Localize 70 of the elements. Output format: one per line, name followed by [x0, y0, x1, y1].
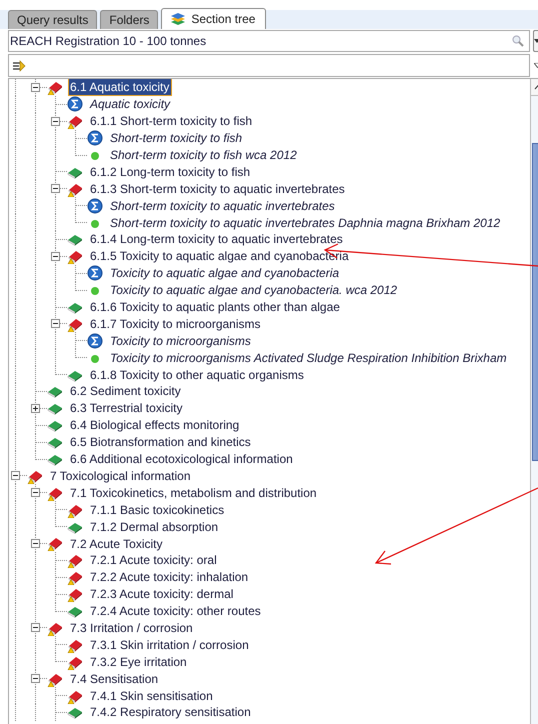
- collapse-toggle[interactable]: [31, 539, 40, 548]
- tree-item[interactable]: 6.1.6 Toxicity to aquatic plants other than algae: [88, 298, 343, 316]
- tree-item[interactable]: Short-term toxicity to aquatic invertebrates Daphnia magna Brixham 2012: [108, 214, 504, 232]
- tree-item[interactable]: 6.1.5 Toxicity to aquatic algae and cyanobacteria: [88, 247, 352, 266]
- tree-item[interactable]: 7.3.1 Skin irritation / corrosion: [88, 636, 252, 654]
- tab[interactable]: Query results: [8, 10, 98, 29]
- collapse-toggle[interactable]: [31, 674, 40, 684]
- caret-icon[interactable]: [534, 63, 538, 68]
- book-warning-icon: [47, 79, 63, 96]
- book-warning-icon: [47, 535, 63, 552]
- book-warning-icon: [67, 569, 83, 586]
- tab[interactable]: Folders: [100, 10, 158, 29]
- tree-item[interactable]: 7.2.2 Acute toxicity: inhalation: [88, 568, 252, 586]
- tree-item[interactable]: 6.3 Terrestrial toxicity: [68, 399, 186, 418]
- tree-item[interactable]: 6.1.2 Long-term toxicity to fish: [88, 162, 254, 181]
- tree-item[interactable]: 7.2 Acute Toxicity: [68, 534, 166, 552]
- tree-item[interactable]: 7.2.4 Acute toxicity: other routes: [88, 602, 264, 620]
- collapse-toggle[interactable]: [51, 319, 60, 328]
- search-icon: [512, 35, 524, 47]
- tree-item[interactable]: 7.2.3 Acute toxicity: dermal: [88, 585, 236, 604]
- collapse-toggle[interactable]: [31, 82, 40, 92]
- tab[interactable]: Section tree: [161, 8, 266, 29]
- expand-toggle[interactable]: [31, 404, 40, 413]
- tree-item[interactable]: 7.4 Sensitisation: [68, 670, 162, 688]
- tree-item[interactable]: 6.1.4 Long-term toxicity to aquatic invertebrates: [88, 230, 346, 248]
- book-warning-icon: [67, 113, 83, 130]
- tree-item[interactable]: 7.3.2 Eye irritation: [88, 652, 190, 671]
- sigma-icon: [67, 96, 83, 112]
- tree-item[interactable]: 7.3 Irritation / corrosion: [68, 618, 196, 637]
- tree-item[interactable]: Toxicity to aquatic algae and cyanobacteria. wca 2012: [108, 281, 400, 300]
- tree-item[interactable]: 7.1.2 Dermal absorption: [88, 518, 222, 536]
- sigma-icon: [87, 332, 103, 349]
- tree-item[interactable]: Short-term toxicity to fish wca 2012: [108, 146, 300, 164]
- tree-item[interactable]: Toxicity to microorganisms: [108, 332, 254, 350]
- dropdown-button[interactable]: [533, 30, 538, 52]
- tree-item[interactable]: 6.6 Additional ecotoxicological information: [68, 450, 296, 468]
- tree-item[interactable]: Toxicity to microorganisms Activated Sludge Respiration Inhibition Brixham: [108, 348, 510, 367]
- arrows-icon: [12, 60, 26, 72]
- collapse-toggle[interactable]: [31, 623, 40, 632]
- books-icon: [170, 12, 186, 26]
- tree-item[interactable]: 6.5 Biotransformation and kinetics: [68, 433, 254, 452]
- collapse-toggle[interactable]: [51, 184, 60, 194]
- tree-item[interactable]: 7.4.2 Respiratory sensitisation: [88, 703, 254, 722]
- collapse-toggle[interactable]: [11, 471, 20, 480]
- sigma-icon: [87, 265, 103, 282]
- tree-item[interactable]: 7.4.1 Skin sensitisation: [88, 686, 216, 705]
- tree-item[interactable]: Short-term toxicity to aquatic invertebrates: [108, 196, 338, 215]
- tree-item[interactable]: 6.2 Sediment toxicity: [68, 382, 184, 400]
- collapse-toggle[interactable]: [31, 488, 40, 498]
- book-warning-icon: [67, 586, 83, 602]
- book-warning-icon: [67, 552, 83, 568]
- collapse-toggle[interactable]: [51, 252, 60, 261]
- tree-item[interactable]: 6.4 Biological effects monitoring: [68, 416, 242, 434]
- tree-item[interactable]: 6.1.8 Toxicity to other aquatic organisms: [88, 366, 307, 384]
- tree-item[interactable]: 6.1.7 Toxicity to microorganisms: [88, 314, 264, 333]
- tree-item[interactable]: 6.1.3 Short-term toxicity to aquatic invertebrates: [88, 180, 348, 198]
- tree-item[interactable]: 7.2.1 Acute toxicity: oral: [88, 551, 220, 570]
- tree-item[interactable]: Short-term toxicity to fish: [108, 129, 246, 148]
- tree-item[interactable]: 7 Toxicological information: [48, 466, 194, 485]
- tree-item[interactable]: 7.1 Toxicokinetics, metabolism and distribution: [68, 484, 320, 502]
- inventory-field[interactable]: REACH Registration 10 - 100 tonnes: [8, 30, 530, 52]
- collapse-toggle[interactable]: [51, 116, 60, 126]
- book-warning-icon: [67, 248, 83, 264]
- tree-item[interactable]: 7.1.1 Basic toxicokinetics: [88, 500, 228, 519]
- sigma-icon: [87, 130, 103, 146]
- tree-item[interactable]: Toxicity to aquatic algae and cyanobacteria: [108, 264, 342, 282]
- tree-item[interactable]: 6.1.1 Short-term toxicity to fish: [88, 112, 256, 130]
- sigma-icon: [87, 198, 103, 214]
- tree-item[interactable]: Aquatic toxicity: [88, 95, 174, 114]
- tree-item[interactable]: 6.1 Aquatic toxicity: [68, 79, 172, 96]
